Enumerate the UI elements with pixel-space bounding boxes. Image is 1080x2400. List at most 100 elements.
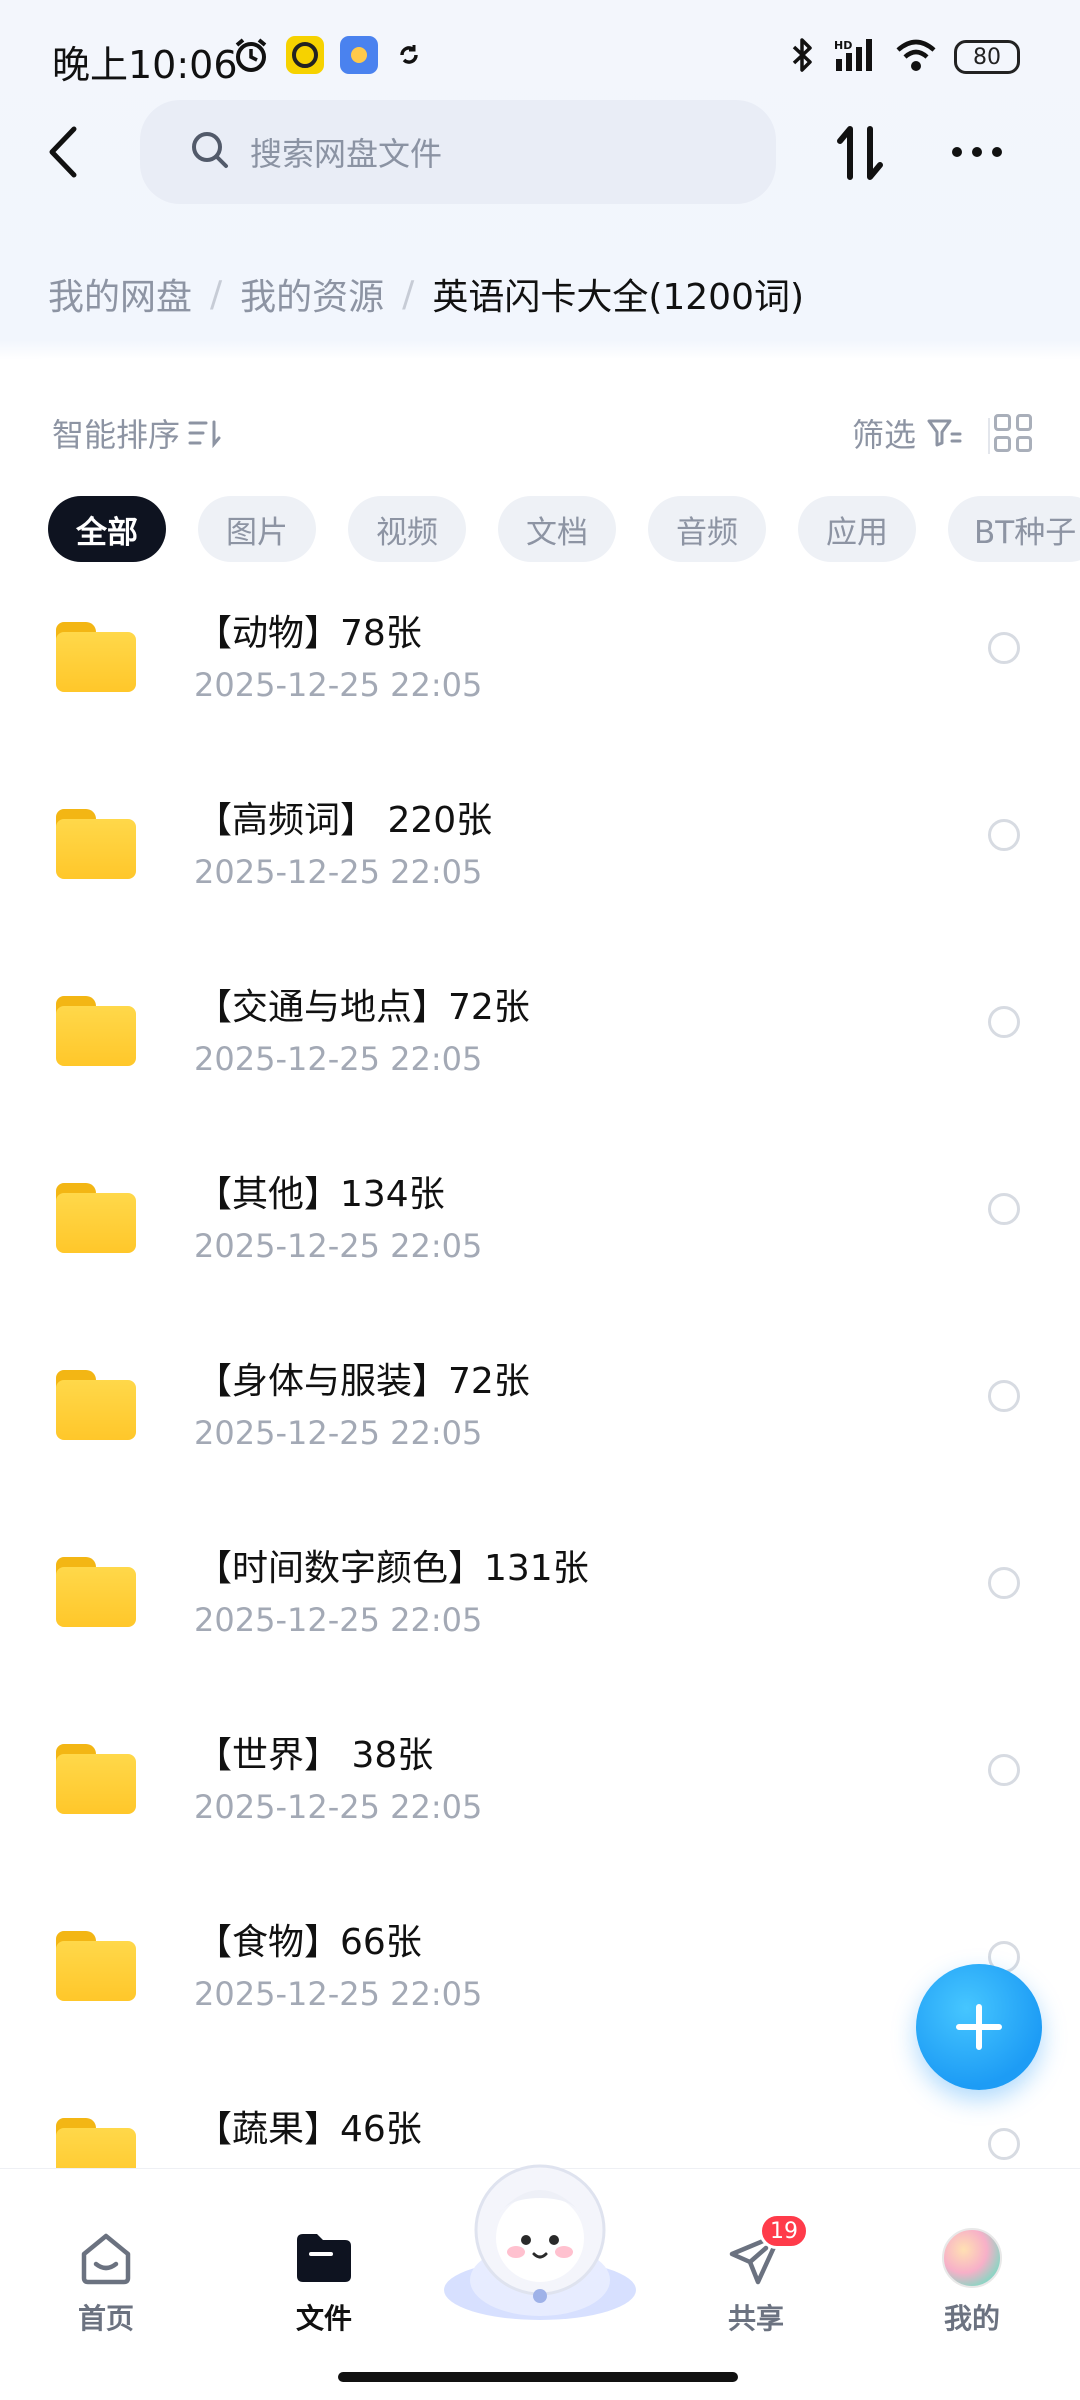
select-checkbox[interactable] bbox=[988, 1193, 1020, 1225]
select-checkbox[interactable] bbox=[988, 632, 1020, 664]
file-row[interactable]: 【其他】134张 2025-12-25 22:05 bbox=[0, 1147, 1080, 1334]
status-system-icons: HD 80 bbox=[790, 36, 1020, 78]
sort-arrows-icon bbox=[837, 126, 883, 180]
home-icon bbox=[75, 2227, 137, 2289]
grid-view-icon bbox=[1015, 414, 1032, 431]
sync-icon bbox=[394, 40, 424, 70]
file-modified-date: 2025-12-25 22:05 bbox=[194, 1414, 483, 1452]
filter-chip[interactable]: BT种子 bbox=[948, 496, 1080, 562]
file-name: 【交通与地点】72张 bbox=[196, 987, 530, 1028]
folder-icon bbox=[56, 1183, 136, 1253]
breadcrumb-item-my-drive[interactable]: 我的网盘 bbox=[48, 268, 192, 320]
chevron-left-icon bbox=[49, 126, 77, 178]
file-modified-date: 2025-12-25 22:05 bbox=[194, 1601, 483, 1639]
bluetooth-icon bbox=[790, 36, 816, 78]
toolbar-divider bbox=[988, 418, 990, 454]
file-row[interactable]: 【时间数字颜色】131张 2025-12-25 22:05 bbox=[0, 1521, 1080, 1708]
file-list-card: 智能排序 筛选 全部 图片 视频 文档 音频 应用 BT种子 【动物】78张 2025-12-… bbox=[0, 358, 1080, 2200]
folder-icon bbox=[56, 1557, 136, 1627]
screen: 晚上10:06 HD 80 搜索网盘文件 我的网盘 / 我的资源 / 英语闪卡大… bbox=[0, 0, 1080, 2400]
grid-view-icon bbox=[994, 414, 1011, 431]
mascot-assistant-button[interactable] bbox=[440, 2150, 640, 2320]
user-avatar-icon bbox=[942, 2228, 1002, 2288]
app-notification-icon bbox=[286, 36, 324, 74]
select-checkbox[interactable] bbox=[988, 819, 1020, 851]
paper-plane-icon: 19 bbox=[725, 2213, 809, 2289]
select-checkbox[interactable] bbox=[988, 1380, 1020, 1412]
filter-icon bbox=[927, 419, 962, 447]
file-modified-date: 2025-12-25 22:05 bbox=[194, 853, 483, 891]
file-row[interactable]: 【高频词】 220张 2025-12-25 22:05 bbox=[0, 773, 1080, 960]
back-button[interactable] bbox=[38, 122, 88, 182]
file-name: 【其他】134张 bbox=[196, 1174, 445, 1215]
weather-app-icon bbox=[340, 36, 378, 74]
filter-button[interactable]: 筛选 bbox=[852, 410, 962, 456]
filter-chip[interactable]: 应用 bbox=[798, 496, 916, 562]
home-indicator[interactable] bbox=[338, 2372, 738, 2382]
avatar bbox=[941, 2227, 1003, 2289]
breadcrumb-item-my-resources[interactable]: 我的资源 bbox=[240, 268, 384, 320]
filter-label: 筛选 bbox=[851, 416, 916, 454]
signal-icon: HD bbox=[834, 37, 878, 77]
folder-icon bbox=[56, 809, 136, 879]
filter-chip[interactable]: 全部 bbox=[48, 496, 166, 562]
file-row[interactable]: 【世界】 38张 2025-12-25 22:05 bbox=[0, 1708, 1080, 1895]
nav-label-share: 共享 bbox=[727, 2302, 784, 2335]
grid-view-toggle[interactable] bbox=[994, 414, 1032, 452]
smart-sort-label: 智能排序 bbox=[52, 416, 181, 454]
file-name: 【时间数字颜色】131张 bbox=[196, 1548, 589, 1589]
sort-toggle-button[interactable] bbox=[830, 118, 890, 188]
file-row[interactable]: 【交通与地点】72张 2025-12-25 22:05 bbox=[0, 960, 1080, 1147]
battery-indicator: 80 bbox=[954, 40, 1020, 74]
file-row[interactable]: 【食物】66张 2025-12-25 22:05 bbox=[0, 1895, 1080, 2082]
search-input[interactable]: 搜索网盘文件 bbox=[140, 100, 776, 204]
more-dot-icon bbox=[992, 147, 1002, 157]
file-row[interactable]: 【身体与服装】72张 2025-12-25 22:05 bbox=[0, 1334, 1080, 1521]
file-name: 【蔬果】46张 bbox=[196, 2109, 422, 2150]
nav-label-files: 文件 bbox=[295, 2302, 352, 2335]
nav-item-share[interactable]: 19 共享 bbox=[696, 2213, 816, 2337]
select-checkbox[interactable] bbox=[988, 1006, 1020, 1038]
search-placeholder: 搜索网盘文件 bbox=[250, 135, 443, 173]
alarm-icon bbox=[232, 36, 270, 74]
file-modified-date: 2025-12-25 22:05 bbox=[194, 1975, 483, 2013]
smart-sort-button[interactable]: 智能排序 bbox=[52, 410, 222, 456]
file-name: 【世界】 38张 bbox=[196, 1735, 434, 1776]
file-type-filter-chips: 全部 图片 视频 文档 音频 应用 BT种子 bbox=[48, 496, 1080, 564]
file-modified-date: 2025-12-25 22:05 bbox=[194, 1227, 483, 1265]
folder-icon bbox=[56, 1744, 136, 1814]
status-time: 晚上10:06 bbox=[52, 43, 238, 87]
file-modified-date: 2025-12-25 22:05 bbox=[194, 1040, 483, 1078]
add-button[interactable] bbox=[916, 1964, 1042, 2090]
grid-view-icon bbox=[994, 435, 1011, 452]
search-icon bbox=[190, 130, 230, 174]
nav-label-mine: 我的 bbox=[943, 2302, 1000, 2335]
filter-chip[interactable]: 视频 bbox=[348, 496, 466, 562]
filter-chip[interactable]: 图片 bbox=[198, 496, 316, 562]
select-checkbox[interactable] bbox=[988, 1754, 1020, 1786]
sort-lines-icon bbox=[188, 420, 221, 448]
status-notification-icons bbox=[232, 36, 424, 74]
more-dot-icon bbox=[972, 147, 982, 157]
folder-icon bbox=[56, 1370, 136, 1440]
breadcrumb-current-folder: 英语闪卡大全(1200词) bbox=[432, 277, 805, 318]
file-name: 【食物】66张 bbox=[196, 1922, 422, 1963]
folder-icon bbox=[56, 622, 136, 692]
select-checkbox[interactable] bbox=[988, 1567, 1020, 1599]
nav-item-files[interactable]: 文件 bbox=[264, 2227, 384, 2337]
nav-item-mine[interactable]: 我的 bbox=[912, 2227, 1032, 2337]
filter-chip[interactable]: 文档 bbox=[498, 496, 616, 562]
nav-label-home: 首页 bbox=[77, 2302, 134, 2335]
filter-chip[interactable]: 音频 bbox=[648, 496, 766, 562]
wifi-icon bbox=[896, 38, 936, 76]
nav-item-home[interactable]: 首页 bbox=[46, 2227, 166, 2337]
breadcrumb: 我的网盘 / 我的资源 / 英语闪卡大全(1200词) bbox=[48, 268, 804, 320]
list-toolbar: 智能排序 筛选 bbox=[52, 410, 1032, 460]
more-dot-icon bbox=[952, 147, 962, 157]
select-checkbox[interactable] bbox=[988, 2128, 1020, 2160]
breadcrumb-separator: / bbox=[402, 273, 415, 315]
folder-icon bbox=[56, 1931, 136, 2001]
file-name: 【动物】78张 bbox=[196, 613, 422, 654]
more-options-button[interactable] bbox=[944, 130, 1010, 174]
file-row[interactable]: 【动物】78张 2025-12-25 22:05 bbox=[0, 586, 1080, 773]
